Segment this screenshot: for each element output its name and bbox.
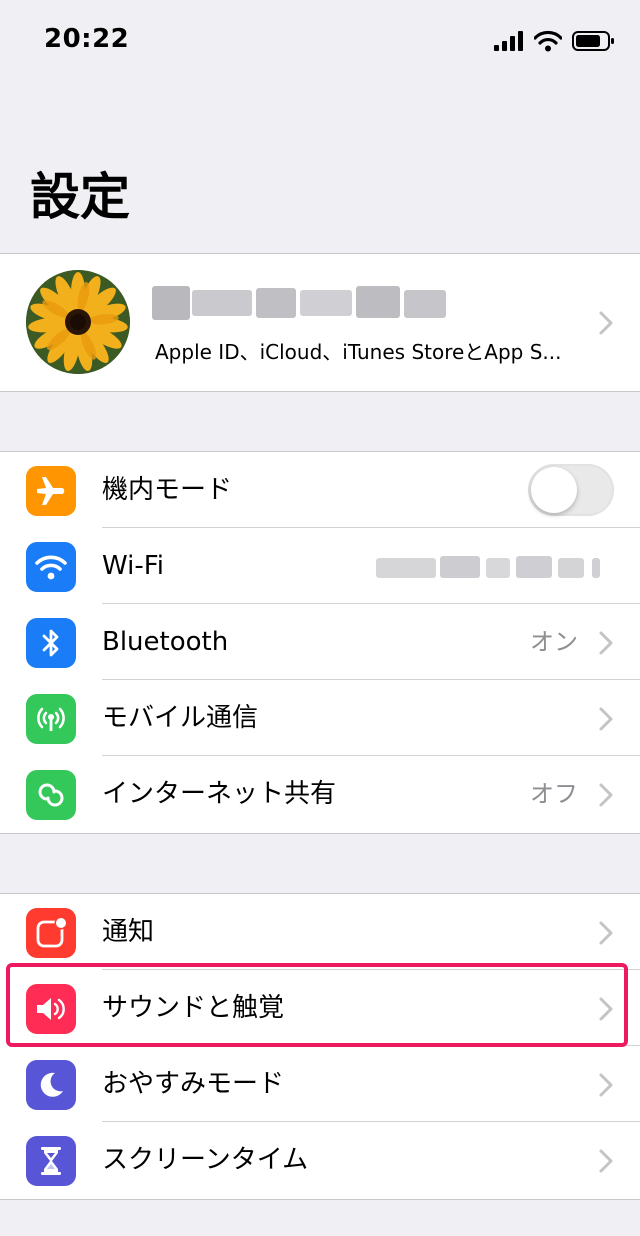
wifi-icon [26, 542, 76, 592]
wifi-status-icon [534, 30, 562, 52]
apple-id-row[interactable]: Apple ID、iCloud、iTunes StoreとApp S... [0, 254, 640, 391]
hotspot-icon [26, 770, 76, 820]
airplane-icon [26, 466, 76, 516]
row-value: オン [530, 628, 578, 656]
settings-row-do-not-disturb[interactable]: おやすみモード [0, 1046, 640, 1122]
moon-icon [26, 1060, 76, 1110]
row-label: Bluetooth [102, 627, 229, 657]
settings-row-wifi[interactable]: Wi-Fi [0, 528, 640, 604]
status-time: 20:22 [44, 24, 130, 54]
chevron-right-icon [599, 707, 613, 731]
profile-name-blurred [152, 282, 452, 326]
avatar [26, 270, 130, 374]
status-icons [494, 28, 616, 54]
battery-icon [572, 31, 614, 51]
chevron-right-icon [599, 1149, 613, 1173]
airplane-mode-toggle[interactable] [528, 464, 614, 516]
settings-row-bluetooth[interactable]: Bluetooth オン [0, 604, 640, 680]
page-title: 設定 [30, 168, 130, 226]
wifi-network-name-blurred [376, 556, 616, 578]
settings-row-airplane-mode[interactable]: 機内モード [0, 452, 640, 528]
settings-row-screen-time[interactable]: スクリーンタイム [0, 1122, 640, 1198]
settings-row-cellular[interactable]: モバイル通信 [0, 680, 640, 756]
notifications-icon [26, 908, 76, 958]
row-label: モバイル通信 [102, 703, 259, 733]
row-value: オフ [530, 780, 578, 808]
chevron-right-icon [599, 921, 613, 945]
chevron-right-icon [599, 1073, 613, 1097]
cellular-signal-icon [494, 31, 523, 51]
settings-row-notifications[interactable]: 通知 [0, 894, 640, 970]
settings-row-hotspot[interactable]: インターネット共有 オフ [0, 756, 640, 832]
toggle-knob [531, 467, 577, 513]
status-bar: 20:22 [0, 0, 640, 80]
row-label: 通知 [102, 917, 155, 947]
sunflower-avatar [26, 270, 130, 374]
row-label: インターネット共有 [102, 779, 337, 809]
row-label: おやすみモード [102, 1069, 285, 1099]
chevron-right-icon [599, 631, 613, 655]
highlight-box [6, 963, 628, 1047]
row-label: 機内モード [102, 475, 233, 505]
row-label: Wi-Fi [102, 551, 165, 581]
row-label: スクリーンタイム [102, 1145, 309, 1175]
connectivity-group: 機内モード Wi-Fi Bluetooth オン モバイル通信 インターネット共… [0, 451, 640, 834]
chevron-right-icon [599, 783, 613, 807]
cellular-icon [26, 694, 76, 744]
chevron-right-icon [599, 311, 613, 335]
profile-group: Apple ID、iCloud、iTunes StoreとApp S... [0, 253, 640, 392]
hourglass-icon [26, 1136, 76, 1186]
profile-subtitle: Apple ID、iCloud、iTunes StoreとApp S... [155, 340, 562, 364]
bluetooth-icon [26, 618, 76, 668]
